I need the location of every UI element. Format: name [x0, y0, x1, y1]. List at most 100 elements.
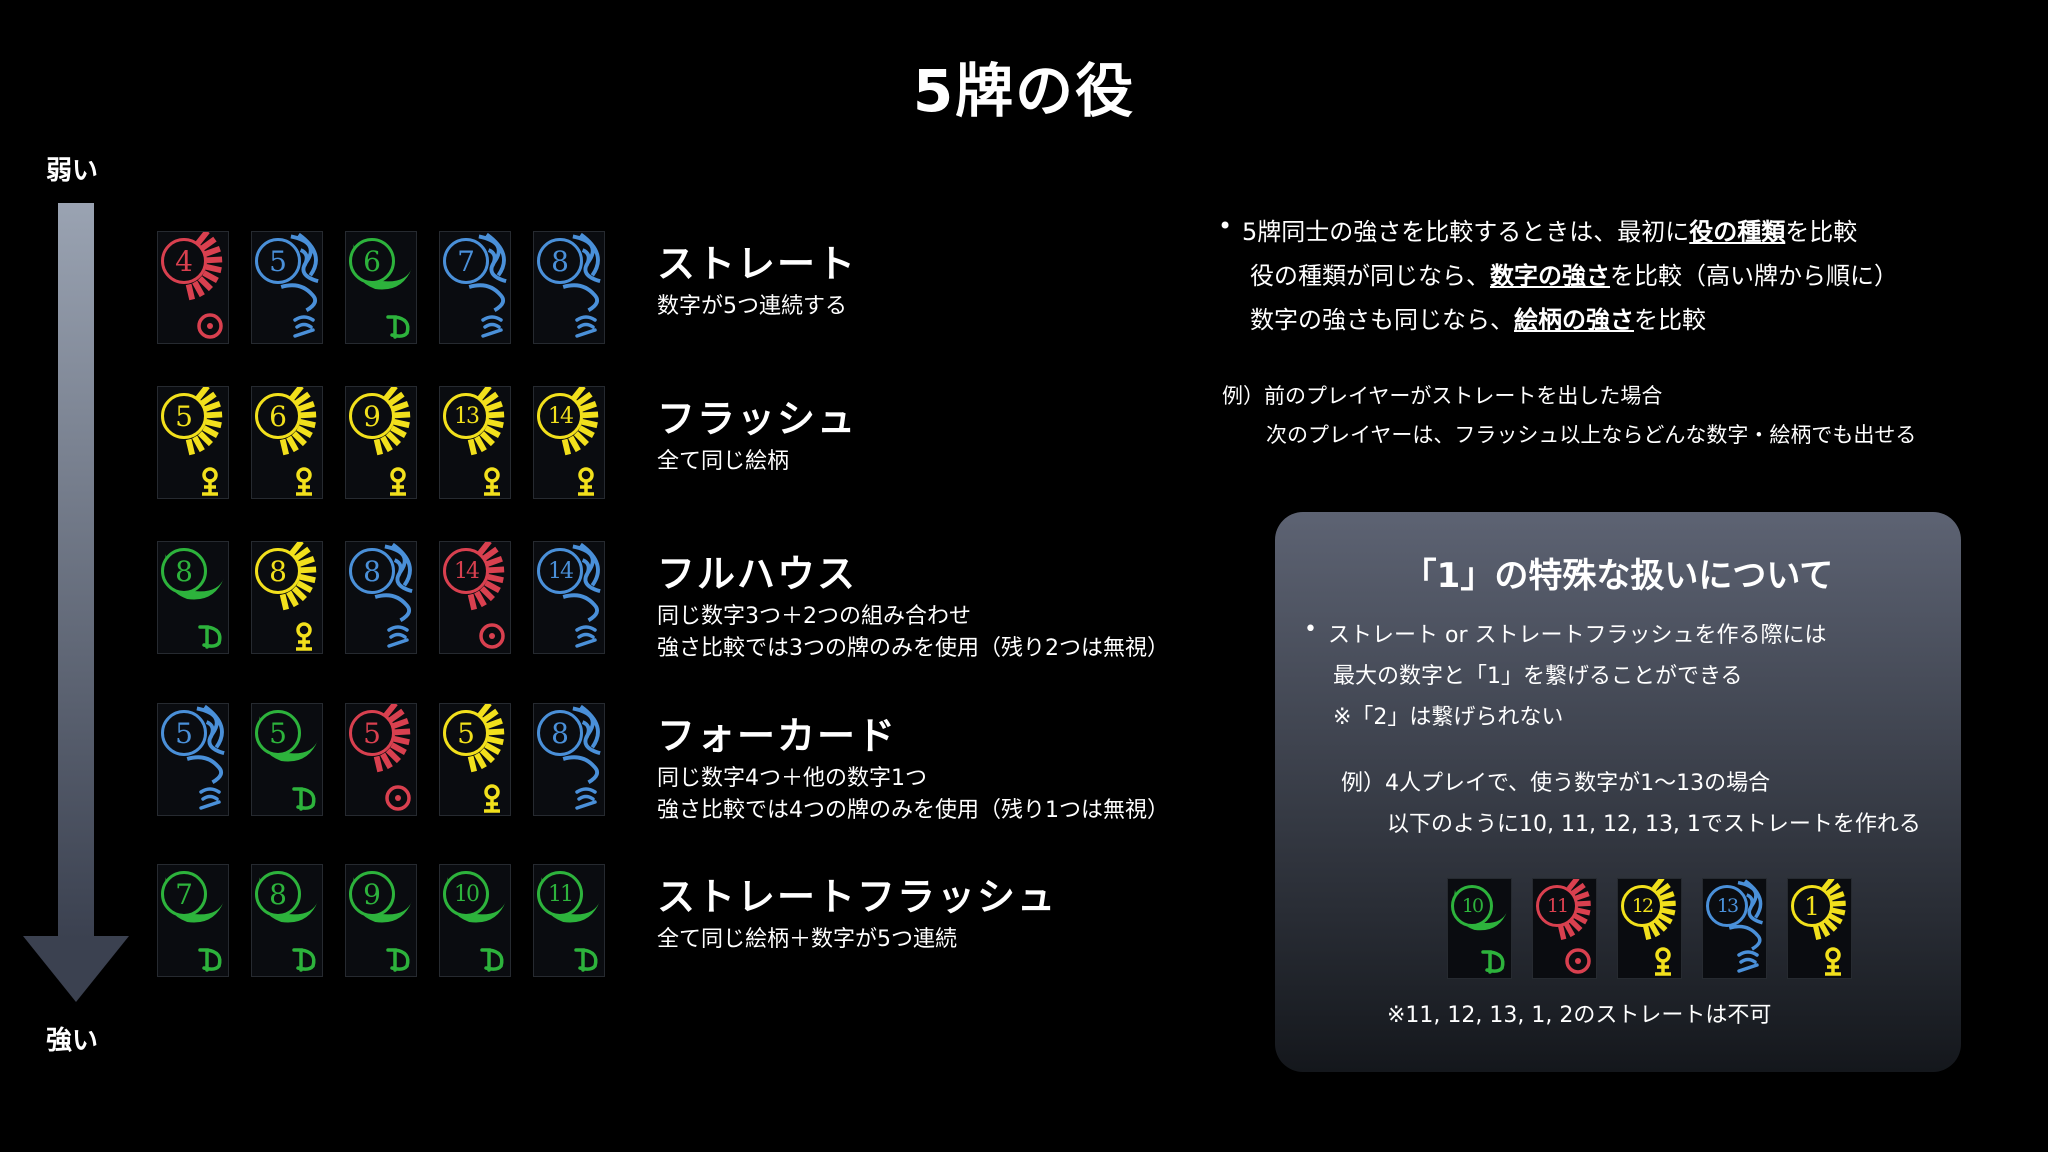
pluto-symbol-icon — [386, 315, 410, 339]
card-number: 7 — [443, 238, 489, 284]
card-number: 14 — [537, 393, 583, 439]
panel-footnote: ※11, 12, 13, 1, 2のストレートは不可 — [1387, 1003, 1772, 1028]
sun-symbol-icon — [197, 313, 223, 339]
desc-line: 全て同じ絵柄 — [657, 449, 790, 474]
playing-card: 6 — [345, 231, 417, 344]
card-number: 5 — [349, 710, 395, 756]
playing-card: 12 — [1617, 878, 1682, 979]
card-number: 8 — [537, 238, 583, 284]
card-number: 14 — [443, 548, 489, 594]
pluto-symbol-icon — [198, 948, 222, 972]
playing-card: 4 — [157, 231, 229, 344]
pluto-symbol-icon — [1481, 950, 1505, 974]
panel-example-1: 例）4人プレイで、使う数字が1〜13の場合 — [1341, 771, 1771, 796]
hand-description: 同じ数字3つ＋2つの組み合わせ 強さ比較では3つの牌のみを使用（残り2つは無視） — [657, 601, 1169, 665]
note-text: 5牌同士の強さを比較するときは、最初に — [1242, 218, 1690, 246]
note-line-1: 5牌同士の強さを比較するときは、最初に役の種類を比較 — [1218, 212, 1858, 247]
venus-symbol-icon — [296, 622, 312, 651]
page-title: 5牌の役 — [912, 57, 1136, 125]
hand-name: フラッシュ — [657, 397, 858, 441]
neptune-symbol-icon — [293, 315, 315, 338]
hand-row-full-house: 8 8 8 14 14 フルハウス 同じ数字3つ＋2つの組み合わせ 強さ比較では3つの牌… — [157, 541, 1457, 661]
pluto-symbol-icon — [292, 948, 316, 972]
playing-card: 6 — [251, 386, 323, 499]
card-number: 5 — [161, 393, 207, 439]
desc-line: 数字が5つ連続する — [657, 294, 847, 319]
card-number: 5 — [161, 710, 207, 756]
card-number: 10 — [443, 871, 489, 917]
neptune-symbol-icon — [199, 787, 221, 810]
playing-card: 13 — [1702, 878, 1767, 979]
neptune-symbol-icon — [575, 315, 597, 338]
neptune-symbol-icon — [1737, 950, 1759, 973]
panel-example-2: 以下のように10, 11, 12, 13, 1でストレートを作れる — [1387, 812, 1921, 837]
card-group: 5 6 9 13 14 — [157, 386, 605, 499]
desc-line: 強さ比較では3つの牌のみを使用（残り2つは無視） — [657, 636, 1169, 661]
playing-card: 5 — [157, 703, 229, 816]
playing-card: 8 — [251, 541, 323, 654]
hand-description: 数字が5つ連続する — [657, 291, 847, 323]
playing-card: 5 — [251, 231, 323, 344]
playing-card: 14 — [439, 541, 511, 654]
playing-card: 14 — [533, 541, 605, 654]
neptune-symbol-icon — [387, 625, 409, 648]
hand-description: 同じ数字4つ＋他の数字1つ 強さ比較では4つの牌のみを使用（残り1つは無視） — [657, 763, 1169, 827]
note-line-2: 役の種類が同じなら、数字の強さを比較（高い牌から順に） — [1250, 256, 1898, 291]
card-number: 1 — [1791, 885, 1833, 927]
card-number: 8 — [537, 710, 583, 756]
venus-symbol-icon — [202, 467, 218, 496]
arrow-shaft — [58, 203, 94, 938]
card-number: 8 — [349, 548, 395, 594]
venus-symbol-icon — [1825, 947, 1841, 976]
note-emphasis: 絵柄の強さ — [1514, 306, 1634, 334]
sun-symbol-icon — [479, 623, 505, 649]
panel-line-3: ※「2」は繋げられない — [1333, 705, 1564, 730]
card-number: 5 — [443, 710, 489, 756]
playing-card: 8 — [533, 703, 605, 816]
playing-card: 7 — [157, 864, 229, 977]
venus-symbol-icon — [390, 467, 406, 496]
card-number: 4 — [161, 238, 207, 284]
card-number: 7 — [161, 871, 207, 917]
desc-line: 同じ数字4つ＋他の数字1つ — [657, 766, 927, 791]
playing-card: 8 — [345, 541, 417, 654]
venus-symbol-icon — [484, 467, 500, 496]
playing-card: 8 — [157, 541, 229, 654]
neptune-symbol-icon — [575, 787, 597, 810]
venus-symbol-icon — [578, 467, 594, 496]
note-emphasis: 役の種類 — [1689, 218, 1786, 246]
card-number: 8 — [161, 548, 207, 594]
playing-card: 8 — [251, 864, 323, 977]
card-number: 9 — [349, 393, 395, 439]
note-text: を比較（高い牌から順に） — [1610, 262, 1898, 290]
card-number: 13 — [1706, 885, 1748, 927]
card-number: 11 — [537, 871, 583, 917]
playing-card: 10 — [1447, 878, 1512, 979]
desc-line: 全て同じ絵柄＋数字が5つ連続 — [657, 927, 957, 952]
pluto-symbol-icon — [480, 948, 504, 972]
pluto-symbol-icon — [198, 625, 222, 649]
note-emphasis: 数字の強さ — [1490, 262, 1610, 290]
sun-symbol-icon — [385, 785, 411, 811]
special-one-panel: 「1」の特殊な扱いについて ストレート or ストレートフラッシュを作る際には … — [1275, 512, 1961, 1072]
pluto-symbol-icon — [292, 787, 316, 811]
venus-symbol-icon — [484, 784, 500, 813]
card-number: 8 — [255, 548, 301, 594]
neptune-symbol-icon — [481, 315, 503, 338]
playing-card: 10 — [439, 864, 511, 977]
card-group: 4 5 6 7 8 — [157, 231, 605, 344]
card-group: 5 5 5 5 8 — [157, 703, 605, 816]
playing-card: 11 — [1532, 878, 1597, 979]
desc-line: 強さ比較では4つの牌のみを使用（残り1つは無視） — [657, 798, 1169, 823]
playing-card: 9 — [345, 386, 417, 499]
card-number: 6 — [349, 238, 395, 284]
note-text: を比較 — [1785, 218, 1858, 246]
weak-label: 弱い — [46, 156, 99, 186]
playing-card: 1 — [1787, 878, 1852, 979]
note-line-3: 数字の強さも同じなら、絵柄の強さを比較 — [1250, 300, 1706, 335]
card-number: 13 — [443, 393, 489, 439]
hand-description: 全て同じ絵柄＋数字が5つ連続 — [657, 924, 957, 956]
hand-description: 全て同じ絵柄 — [657, 446, 789, 478]
hand-row-four-of-a-kind: 5 5 5 5 8 フォーカード 同じ数字4つ＋他の数字1つ 強さ比較では4つの牌のみを… — [157, 703, 1457, 823]
playing-card: 5 — [157, 386, 229, 499]
